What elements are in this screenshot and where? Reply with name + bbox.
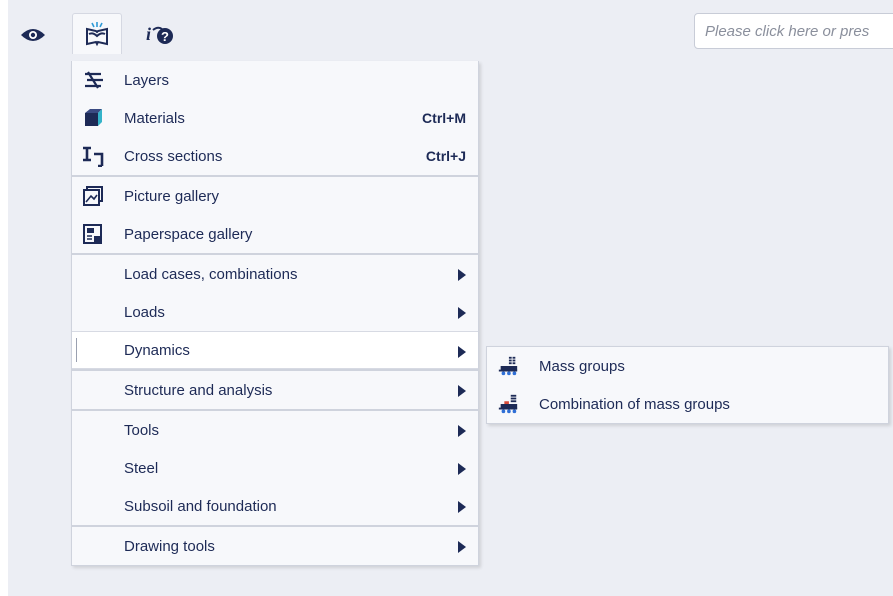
submenu-item-label: Mass groups bbox=[539, 357, 625, 375]
help-search-icon[interactable]: i ? bbox=[140, 18, 182, 52]
menu-group-galleries: Picture gallery Paperspace gallery bbox=[72, 177, 478, 255]
menu-item-dynamics[interactable]: Dynamics bbox=[72, 331, 478, 369]
paperspace-gallery-icon bbox=[83, 224, 102, 244]
menu-item-label: Materials bbox=[124, 109, 185, 127]
submenu-arrow-icon bbox=[458, 463, 466, 475]
menu-item-materials[interactable]: Materials Ctrl+M bbox=[72, 99, 478, 137]
menu-item-structure-analysis[interactable]: Structure and analysis bbox=[72, 371, 478, 409]
submenu-arrow-icon bbox=[458, 541, 466, 553]
menu-item-label: Dynamics bbox=[124, 341, 190, 359]
menu-item-subsoil-foundation[interactable]: Subsoil and foundation bbox=[72, 487, 478, 525]
search-input[interactable]: Please click here or pres bbox=[694, 13, 893, 49]
submenu-item-label: Combination of mass groups bbox=[539, 395, 730, 413]
combination-mass-groups-icon bbox=[498, 394, 518, 414]
menu-item-steel[interactable]: Steel bbox=[72, 449, 478, 487]
submenu-arrow-icon bbox=[458, 425, 466, 437]
library-book-icon[interactable] bbox=[72, 13, 122, 54]
menu-item-label: Layers bbox=[124, 71, 170, 89]
cross-section-icon bbox=[83, 146, 104, 167]
submenu-arrow-icon bbox=[458, 346, 466, 358]
submenu-arrow-icon bbox=[458, 269, 466, 281]
menu-item-label: Picture gallery bbox=[124, 187, 220, 205]
library-dropdown-menu: Layers Materials Ctrl+M Cross sections C… bbox=[71, 61, 479, 566]
menu-item-label: Load cases, combinations bbox=[124, 265, 298, 283]
materials-cube-icon bbox=[85, 109, 102, 126]
menu-item-loads[interactable]: Loads bbox=[72, 293, 478, 331]
menu-item-label: Loads bbox=[124, 303, 165, 321]
menu-item-label: Tools bbox=[124, 421, 160, 439]
menu-item-tools[interactable]: Tools bbox=[72, 411, 478, 449]
menu-group-drawing: Drawing tools bbox=[72, 527, 478, 565]
left-edge bbox=[0, 0, 8, 596]
svg-text:?: ? bbox=[161, 29, 169, 44]
svg-text:i: i bbox=[146, 24, 151, 44]
menu-group-analysis: Structure and analysis bbox=[72, 371, 478, 411]
mass-groups-icon bbox=[498, 356, 518, 376]
shortcut-label: Ctrl+J bbox=[425, 148, 466, 164]
search-placeholder: Please click here or pres bbox=[705, 22, 870, 40]
submenu-arrow-icon bbox=[458, 501, 466, 513]
shortcut-label: Ctrl+M bbox=[422, 110, 466, 126]
submenu-arrow-icon bbox=[458, 307, 466, 319]
menu-item-label: Paperspace gallery bbox=[124, 225, 253, 243]
menu-item-drawing-tools[interactable]: Drawing tools bbox=[72, 527, 478, 565]
menu-group-data: Layers Materials Ctrl+M Cross sections C… bbox=[72, 61, 478, 177]
menu-item-label: Drawing tools bbox=[124, 537, 215, 555]
menu-item-cross-sections[interactable]: Cross sections Ctrl+J bbox=[72, 137, 478, 175]
menu-item-label: Steel bbox=[124, 459, 159, 477]
dynamics-submenu: Mass groups Combination of mass groups bbox=[486, 346, 889, 424]
eye-icon[interactable] bbox=[16, 18, 50, 52]
menu-item-picture-gallery[interactable]: Picture gallery bbox=[72, 177, 478, 215]
submenu-item-combination-mass-groups[interactable]: Combination of mass groups bbox=[487, 385, 888, 423]
menu-item-load-cases[interactable]: Load cases, combinations bbox=[72, 255, 478, 293]
menu-item-label: Cross sections bbox=[124, 147, 223, 165]
submenu-arrow-icon bbox=[458, 385, 466, 397]
menu-item-paperspace-gallery[interactable]: Paperspace gallery bbox=[72, 215, 478, 253]
picture-gallery-icon bbox=[83, 186, 103, 206]
menu-item-label: Structure and analysis bbox=[124, 381, 273, 399]
menu-group-loads: Load cases, combinations Loads Dynamics bbox=[72, 255, 478, 371]
menu-item-layers[interactable]: Layers bbox=[72, 61, 478, 99]
menu-group-tools: Tools Steel Subsoil and foundation bbox=[72, 411, 478, 527]
layers-icon bbox=[85, 71, 103, 89]
menu-item-label: Subsoil and foundation bbox=[124, 497, 277, 515]
submenu-item-mass-groups[interactable]: Mass groups bbox=[487, 347, 888, 385]
